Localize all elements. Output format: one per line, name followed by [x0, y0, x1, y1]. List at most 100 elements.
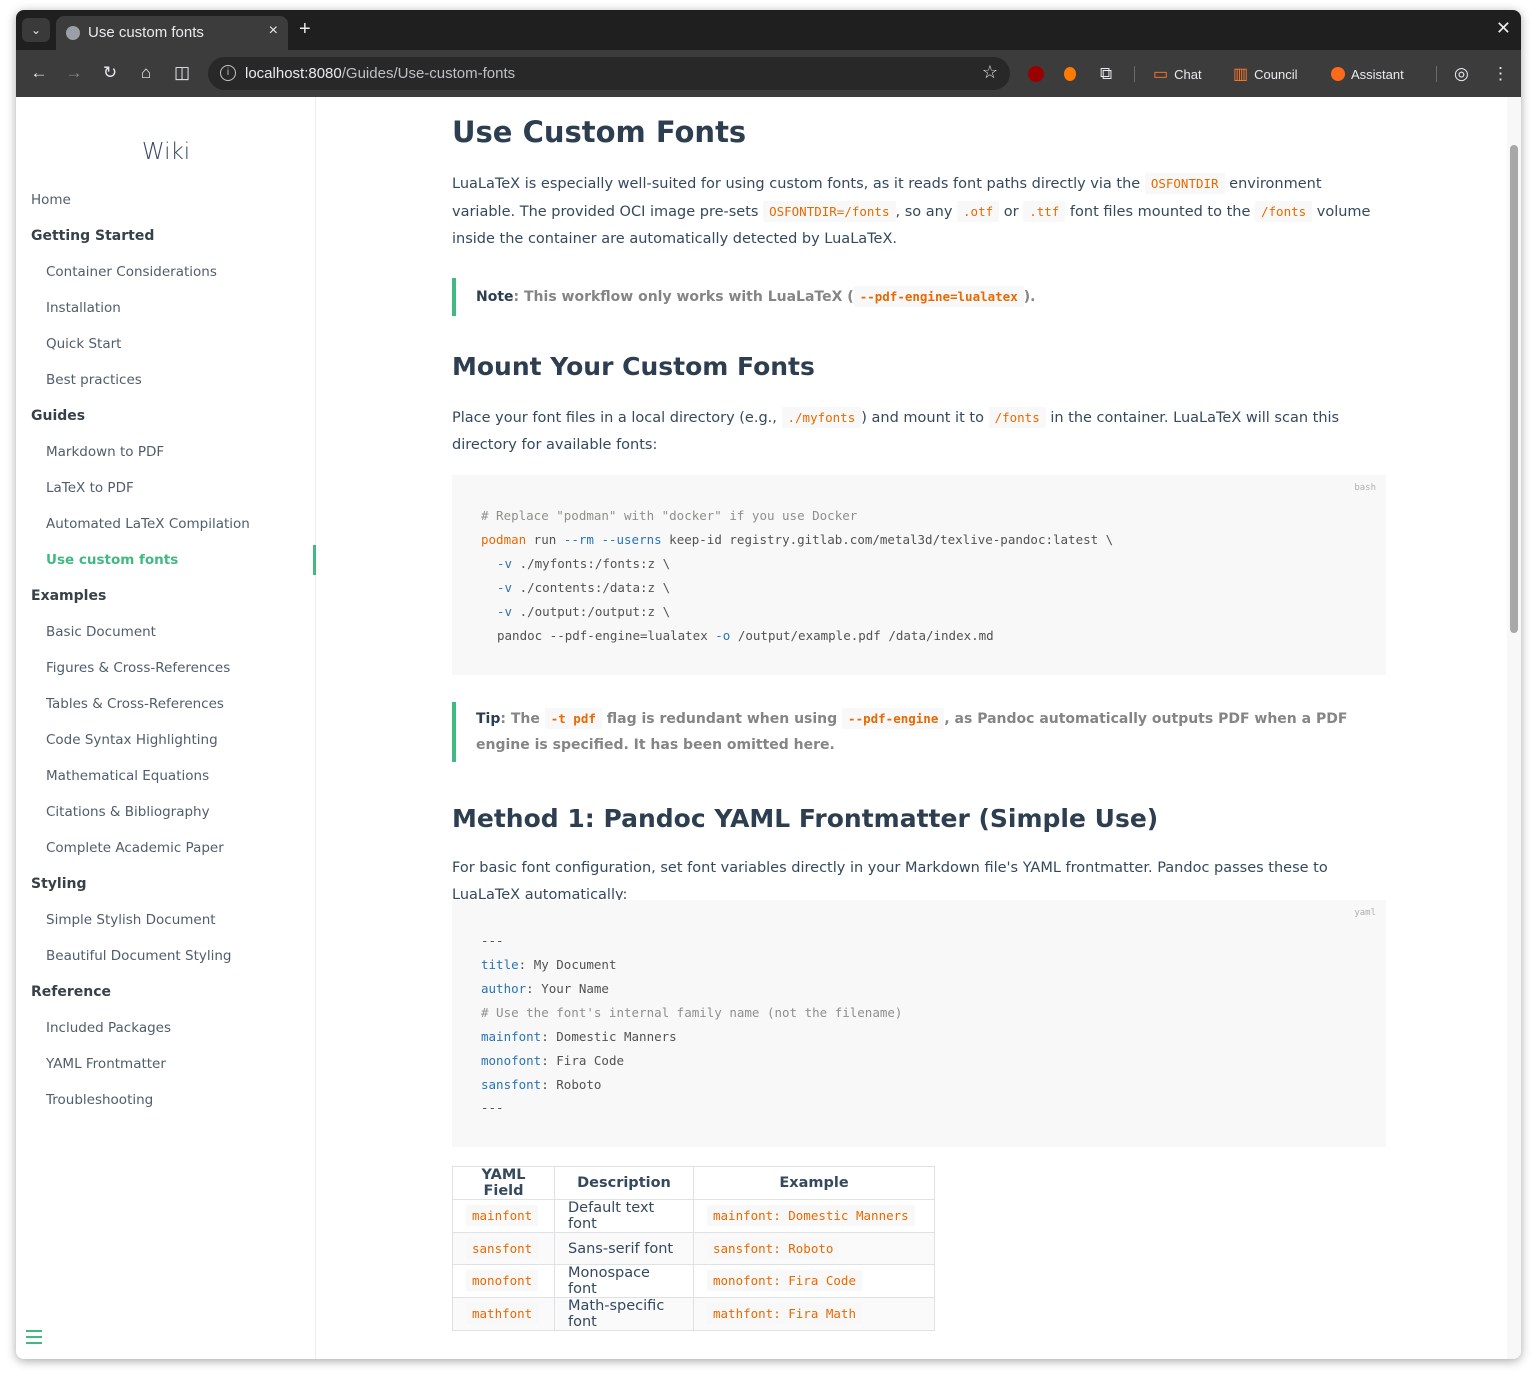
code-line: --- [481, 933, 504, 948]
sidebar-item-citations-bibliography[interactable]: Citations & Bibliography [46, 804, 210, 820]
yaml-code-block[interactable]: yaml --- title: My Document author: Your… [452, 900, 1386, 1147]
code-line: -v ./myfonts:/fonts:z \ [497, 556, 671, 571]
sidebar-item-latex-to-pdf[interactable]: LaTeX to PDF [46, 480, 134, 496]
sidebar-section-heading[interactable]: Guides [31, 408, 85, 424]
sidebar-item-included-packages[interactable]: Included Packages [46, 1020, 171, 1036]
table-cell: Math-specific font [554, 1297, 694, 1331]
sidebar-item-installation[interactable]: Installation [46, 300, 121, 316]
bookmark-star-icon[interactable]: ☆ [982, 62, 998, 83]
tab-title: Use custom fonts [88, 24, 204, 41]
sidebar-item-simple-stylish-document[interactable]: Simple Stylish Document [46, 912, 216, 928]
sidebar: Wiki Home Getting Started Container Consid… [16, 97, 316, 1359]
mount-paragraph: Place your font files in a local directo… [452, 404, 1382, 459]
reload-icon[interactable]: ↻ [99, 62, 121, 84]
chat-label: Chat [1174, 66, 1202, 82]
sidebar-item-container-considerations[interactable]: Container Considerations [46, 264, 217, 280]
sidebar-item-figures-cross-references[interactable]: Figures & Cross-References [46, 660, 230, 676]
tab-close-button[interactable]: × [269, 22, 278, 40]
code-line: monofont: Fira Code [481, 1053, 625, 1068]
inline-code: .otf [957, 201, 1000, 222]
ublock-icon[interactable] [1028, 64, 1044, 84]
column-header: YAML Field [452, 1166, 555, 1200]
inline-code: ./myfonts [781, 407, 862, 428]
split-view-icon[interactable]: ◫ [171, 62, 193, 84]
inline-code: .ttf [1023, 201, 1066, 222]
sidebar-section-heading[interactable]: Styling [31, 876, 87, 892]
assistant-icon [1331, 67, 1345, 81]
table-cell: Sans-serif font [554, 1232, 694, 1265]
tab-search-button[interactable]: ⌄ [22, 18, 50, 42]
council-button[interactable]: ▥ Council [1233, 64, 1297, 84]
sidebar-section-heading[interactable]: Reference [31, 984, 111, 1000]
inline-code: --pdf-engine [842, 708, 945, 729]
url-text: localhost:8080/Guides/Use-custom-fonts [245, 65, 515, 82]
back-arrow-icon[interactable]: ← [28, 62, 50, 84]
intro-paragraph: LuaLaTeX is especially well-suited for u… [452, 170, 1382, 253]
sidebar-item-basic-document[interactable]: Basic Document [46, 624, 156, 640]
code-language-label: bash [1354, 483, 1376, 493]
inline-code: --pdf-engine=lualatex [853, 286, 1024, 307]
assistant-button[interactable]: Assistant [1331, 64, 1404, 84]
sidebar-item-markdown-to-pdf[interactable]: Markdown to PDF [46, 444, 164, 460]
section-heading-mount: Mount Your Custom Fonts [452, 352, 815, 381]
sidebar-section-heading[interactable]: Getting Started [31, 228, 154, 244]
sidebar-item-quick-start[interactable]: Quick Start [46, 336, 121, 352]
bug-icon[interactable] [1064, 64, 1076, 84]
sidebar-item-use-custom-fonts[interactable]: Use custom fonts [46, 552, 178, 568]
sidebar-item-code-syntax-highlighting[interactable]: Code Syntax Highlighting [46, 732, 218, 748]
council-label: Council [1254, 66, 1298, 82]
table-cell: sansfont: Roboto [693, 1232, 935, 1265]
scroll-thumb[interactable] [1510, 145, 1518, 633]
globe-icon [66, 26, 80, 40]
chat-button[interactable]: ▭ Chat [1153, 64, 1202, 84]
home-icon[interactable]: ⌂ [135, 62, 157, 84]
menu-dots-icon[interactable]: ⋮ [1492, 64, 1509, 84]
bash-code-block[interactable]: bash # Replace "podman" with "docker" if… [452, 475, 1386, 675]
page-scrollbar[interactable] [1507, 97, 1521, 1359]
inline-code: -t pdf [544, 708, 602, 729]
info-icon[interactable]: i [220, 65, 236, 81]
extensions-puzzle-icon[interactable]: ⧉ [1100, 64, 1112, 84]
active-tab[interactable]: Use custom fonts × [56, 16, 288, 50]
sidebar-section-heading[interactable]: Examples [31, 588, 106, 604]
sidebar-item-automated-latex-compilation[interactable]: Automated LaTeX Compilation [46, 516, 250, 532]
table-cell: mainfont [452, 1199, 555, 1233]
site-title[interactable]: Wiki [16, 139, 316, 165]
new-tab-button[interactable]: + [299, 18, 311, 41]
assistant-label: Assistant [1351, 66, 1404, 82]
sidebar-item-home[interactable]: Home [31, 192, 71, 208]
sidebar-item-mathematical-equations[interactable]: Mathematical Equations [46, 768, 209, 784]
section-heading-method1: Method 1: Pandoc YAML Frontmatter (Simpl… [452, 804, 1159, 833]
council-icon: ▥ [1233, 66, 1249, 83]
sidebar-item-beautiful-document-styling[interactable]: Beautiful Document Styling [46, 948, 232, 964]
table-row: sansfont Sans-serif font sansfont: Robot… [452, 1232, 935, 1265]
table-row: mathfont Math-specific font mathfont: Fi… [452, 1297, 935, 1331]
sidebar-item-troubleshooting[interactable]: Troubleshooting [46, 1092, 153, 1108]
tip-label: Tip [476, 711, 501, 727]
sidebar-item-complete-academic-paper[interactable]: Complete Academic Paper [46, 840, 224, 856]
page-viewport: Wiki Home Getting Started Container Consid… [16, 97, 1507, 1359]
tab-strip: ⌄ Use custom fonts × + ✕ [16, 10, 1521, 50]
profile-icon[interactable]: ◎ [1454, 64, 1469, 84]
code-line: --- [481, 1100, 504, 1115]
inline-code: /fonts [988, 407, 1046, 428]
table-cell: monofont [452, 1264, 555, 1298]
sidebar-item-best-practices[interactable]: Best practices [46, 372, 142, 388]
sidebar-item-yaml-frontmatter[interactable]: YAML Frontmatter [46, 1056, 166, 1072]
code-line: # Replace "podman" with "docker" if you … [481, 508, 858, 523]
tip-callout: Tip: The -t pdf flag is redundant when u… [452, 702, 1382, 762]
column-header: Description [554, 1166, 694, 1200]
table-header-row: YAML Field Description Example [452, 1166, 935, 1200]
note-callout: Note: This workflow only works with LuaL… [452, 278, 1382, 316]
sidebar-toggle-icon[interactable] [26, 1330, 42, 1344]
browser-window: ⌄ Use custom fonts × + ✕ ← → ↻ ⌂ ◫ i loc… [16, 10, 1521, 1359]
forward-arrow-icon[interactable]: → [63, 62, 85, 84]
table-row: mainfont Default text font mainfont: Dom… [452, 1199, 935, 1233]
window-close-button[interactable]: ✕ [1496, 18, 1511, 39]
sidebar-item-tables-cross-references[interactable]: Tables & Cross-References [46, 696, 224, 712]
address-bar[interactable]: i localhost:8080/Guides/Use-custom-fonts… [208, 57, 1010, 90]
browser-toolbar: ← → ↻ ⌂ ◫ i localhost:8080/Guides/Use-cu… [16, 50, 1521, 97]
inline-code: /fonts [1255, 201, 1313, 222]
code-line: mainfont: Domestic Manners [481, 1029, 677, 1044]
table-cell: Default text font [554, 1199, 694, 1233]
